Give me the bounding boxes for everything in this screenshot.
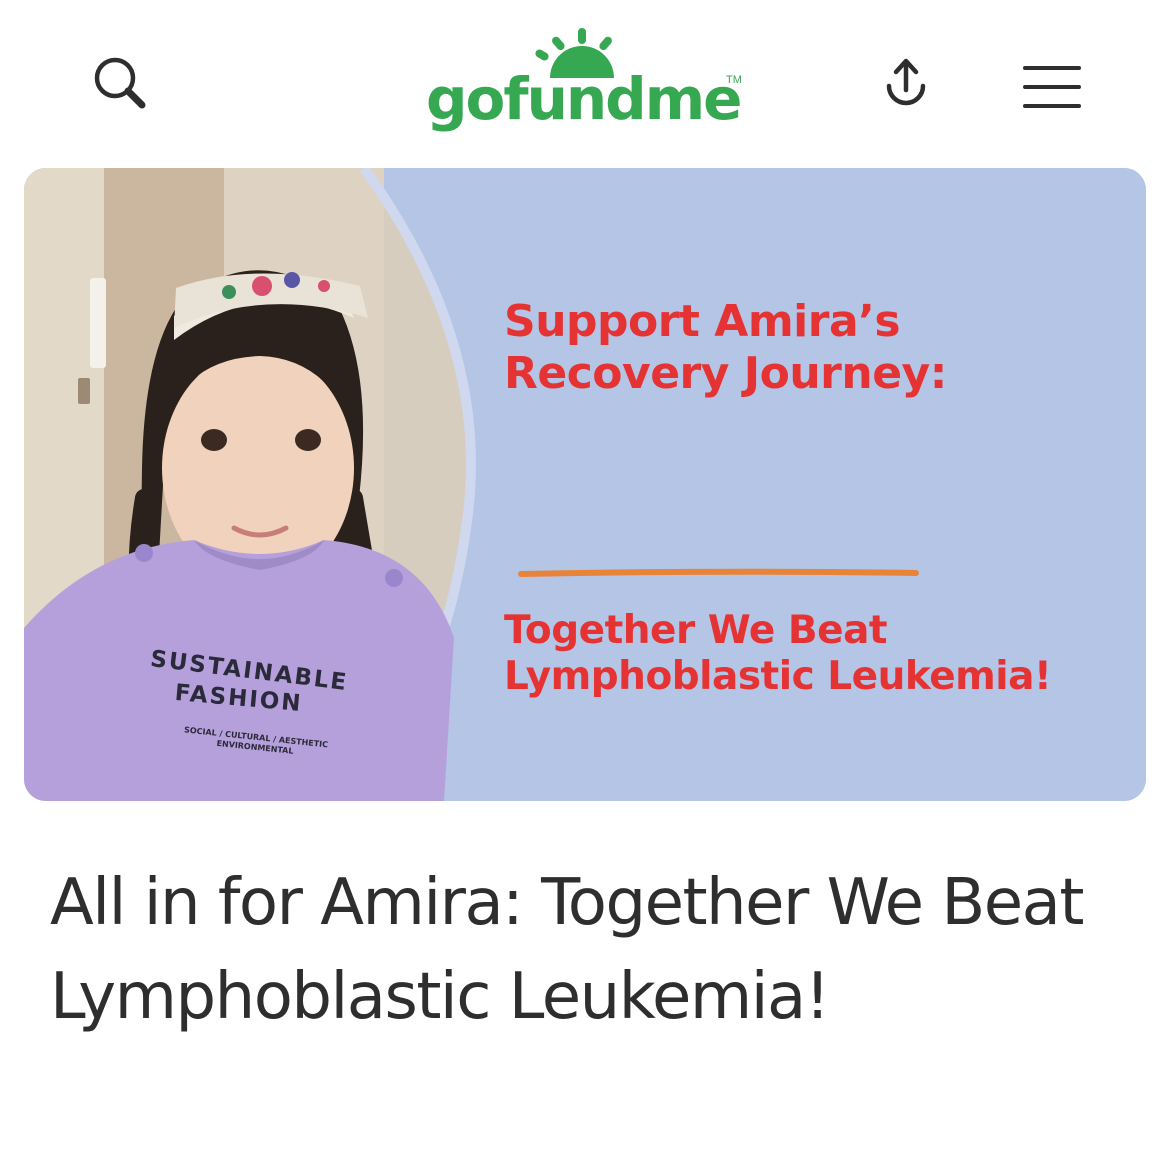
gofundme-logo[interactable]: gofundme TM (420, 26, 760, 136)
menu-button[interactable] (1010, 45, 1090, 125)
hamburger-menu-icon (1023, 66, 1081, 108)
campaign-page: gofundme TM Support Amira’s Recovery Jou… (0, 0, 1170, 1154)
share-icon (886, 58, 926, 106)
hero-subheadline: Together We Beat Lymphoblastic Leukemia! (504, 608, 1052, 700)
hero-headline: Support Amira’s Recovery Journey: (504, 296, 947, 399)
top-nav-bar: gofundme TM (0, 0, 1170, 150)
search-button[interactable] (80, 45, 160, 125)
logo-wordmark: gofundme (426, 65, 742, 133)
campaign-hero-image[interactable]: Support Amira’s Recovery Journey: Togeth… (24, 168, 1146, 801)
share-button[interactable] (866, 45, 946, 125)
campaign-title: All in for Amira: Together We Beat Lymph… (50, 866, 1084, 1034)
search-icon (94, 57, 146, 109)
logo-trademark: TM (726, 74, 742, 86)
